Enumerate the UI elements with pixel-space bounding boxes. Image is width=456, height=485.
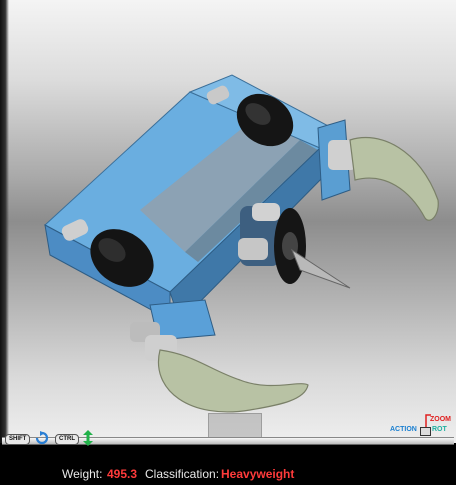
action-label: ACTION xyxy=(390,426,417,433)
move-vertical-icon[interactable] xyxy=(83,430,93,446)
viewport-edge-shade xyxy=(0,0,9,443)
shift-key-chip: SHIFT xyxy=(5,434,31,445)
claw-left xyxy=(157,349,309,413)
weight-value: 495.3 xyxy=(107,467,138,481)
ctrl-key-chip: CTRL xyxy=(55,434,79,445)
rot-label: ROT xyxy=(432,426,447,433)
claw-right xyxy=(349,136,439,221)
rotate-icon[interactable] xyxy=(34,431,50,445)
robot-model[interactable] xyxy=(0,0,456,443)
status-bar: Weight: 495.3 Classification: Heavyweigh… xyxy=(0,463,456,485)
classification-label: Classification: xyxy=(145,467,220,481)
3d-viewport[interactable] xyxy=(0,0,456,443)
zoom-label: ZOOM xyxy=(430,416,451,423)
classification-value: Heavyweight xyxy=(221,467,295,481)
weapon-blade xyxy=(290,248,351,289)
weight-label: Weight: xyxy=(62,467,103,481)
action-toggle-icon[interactable] xyxy=(420,427,431,436)
